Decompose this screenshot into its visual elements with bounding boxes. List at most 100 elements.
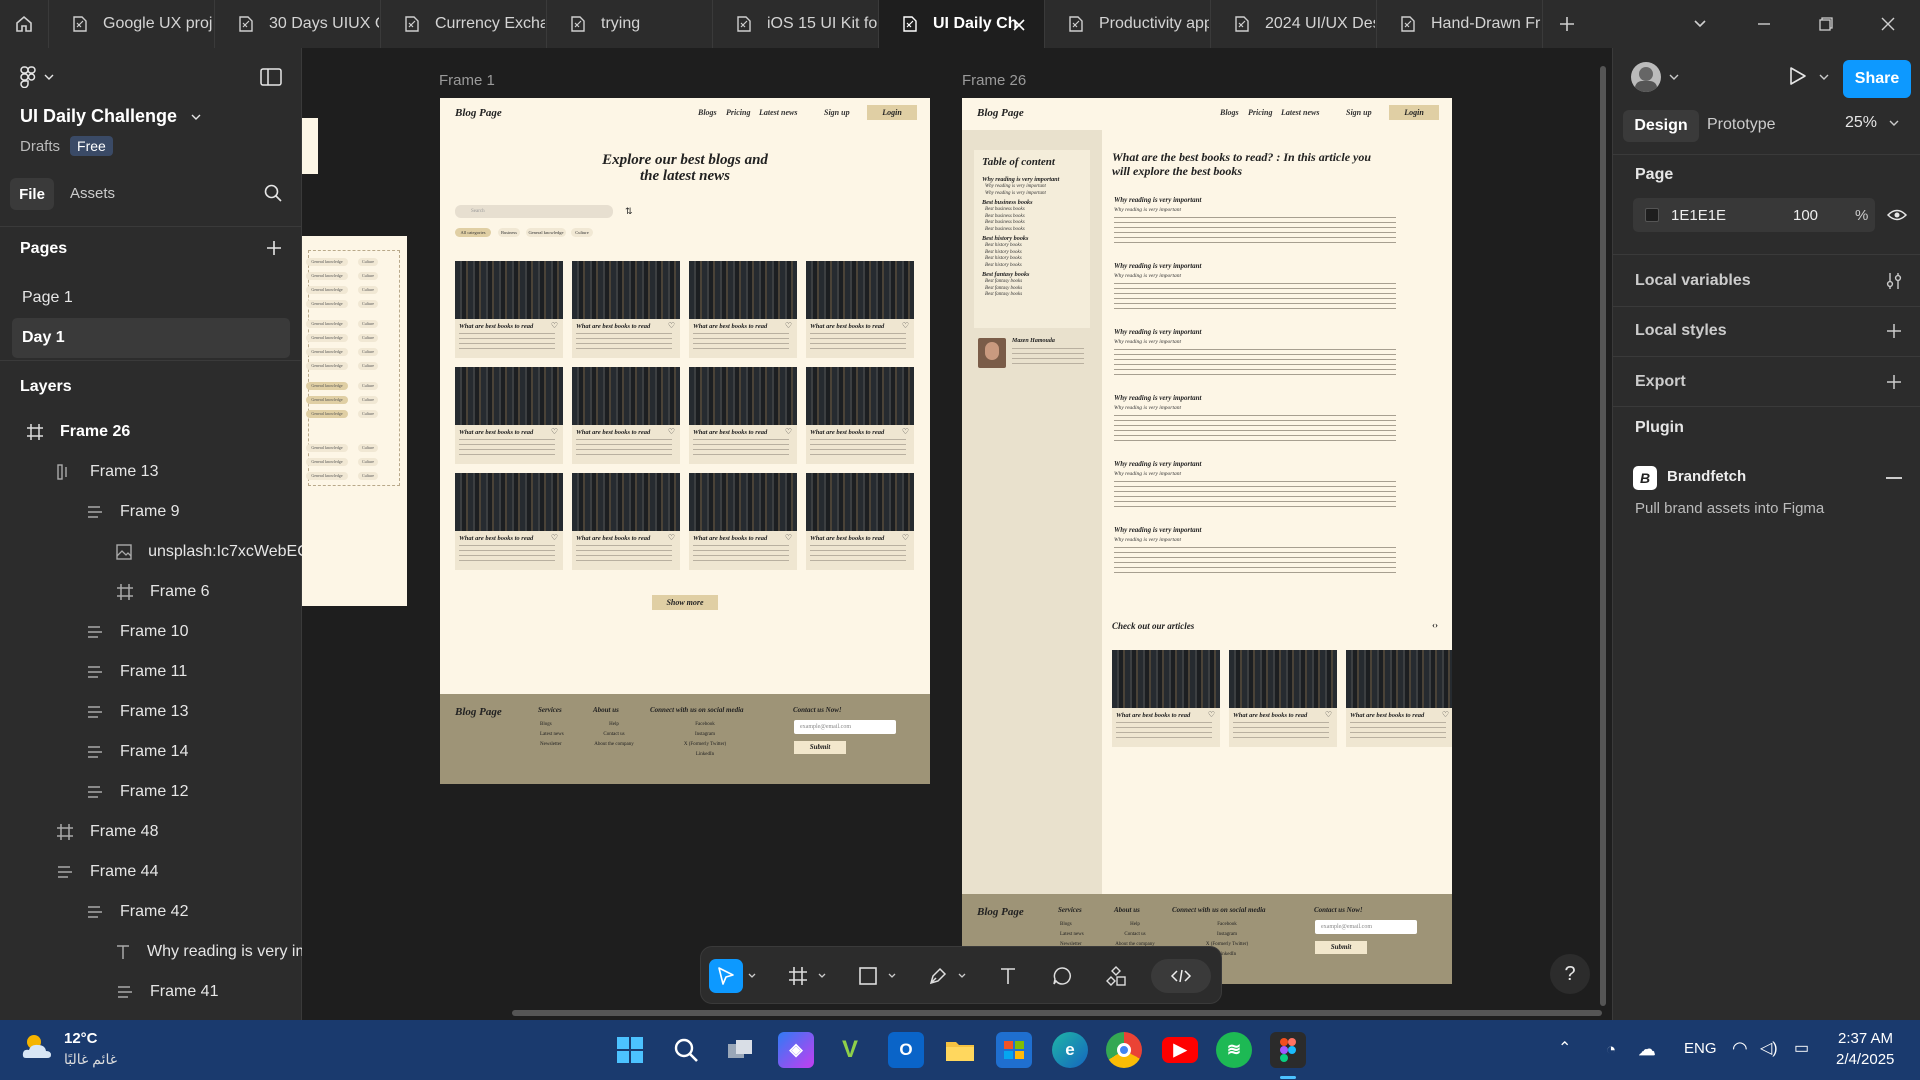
volume-icon[interactable]: ◁): [1760, 1038, 1778, 1058]
footer-link[interactable]: Latest news: [540, 730, 564, 740]
color-swatch[interactable]: [1645, 208, 1659, 222]
layer-item[interactable]: Frame 13: [0, 692, 302, 732]
main-menu-button[interactable]: [20, 66, 54, 88]
heart-icon[interactable]: ♡: [902, 321, 909, 330]
carousel-arrows-icon[interactable]: ‹›: [1432, 620, 1438, 630]
copilot-icon[interactable]: ◈: [778, 1032, 814, 1068]
dev-mode-toggle[interactable]: [1151, 959, 1211, 993]
footer-submit-button[interactable]: Submit: [794, 741, 846, 754]
close-tab-button[interactable]: [1010, 16, 1028, 34]
frame-tool-dropdown[interactable]: [815, 959, 829, 993]
export-title[interactable]: Export: [1635, 373, 1686, 391]
page-item[interactable]: Day 1: [12, 318, 290, 358]
network-status-icon[interactable]: ☁: [1634, 1032, 1660, 1068]
layer-item[interactable]: Frame 42: [0, 892, 302, 932]
nav-login-button[interactable]: Login: [867, 105, 917, 120]
article-card[interactable]: What are best books to read ♡: [1346, 650, 1452, 747]
youtube-icon[interactable]: ▶: [1162, 1037, 1198, 1063]
page-opacity-value[interactable]: 100: [1793, 207, 1818, 224]
heart-icon[interactable]: ♡: [1442, 710, 1449, 719]
heart-icon[interactable]: ♡: [668, 427, 675, 436]
footer-link[interactable]: X (Formerly Twitter): [670, 740, 740, 750]
layer-item[interactable]: Frame 10: [0, 612, 302, 652]
visibility-toggle[interactable]: [1887, 208, 1907, 222]
tabs-dropdown-button[interactable]: [1672, 0, 1728, 48]
file-tab-3[interactable]: Currency Exchar: [380, 0, 546, 48]
restore-button[interactable]: [1798, 0, 1854, 48]
search-field[interactable]: Search: [455, 205, 613, 218]
battery-icon[interactable]: ▭: [1794, 1038, 1809, 1058]
footer-link[interactable]: Facebook: [670, 720, 740, 730]
nav-pricing[interactable]: Pricing: [726, 108, 750, 117]
filter-chip[interactable]: Culture: [571, 228, 593, 237]
filter-chip[interactable]: All categories: [455, 228, 491, 237]
layer-item[interactable]: Frame 12: [0, 772, 302, 812]
wifi-icon[interactable]: ◠: [1732, 1038, 1748, 1059]
plugin-name[interactable]: Brandfetch: [1667, 468, 1746, 485]
article-card[interactable]: What are best books to read ♡: [1229, 650, 1337, 747]
shape-tool-dropdown[interactable]: [885, 959, 899, 993]
toc-heading[interactable]: Best fantasy books: [982, 271, 1088, 279]
page-color-field[interactable]: 1E1E1E 100 %: [1633, 198, 1875, 232]
heart-icon[interactable]: ♡: [668, 321, 675, 330]
show-more-button[interactable]: Show more: [652, 595, 718, 610]
file-tab-4[interactable]: trying: [546, 0, 712, 48]
file-tab-5[interactable]: iOS 15 UI Kit for: [712, 0, 878, 48]
footer-submit-button[interactable]: Submit: [1315, 941, 1367, 954]
minimize-button[interactable]: [1736, 0, 1792, 48]
layer-item[interactable]: Frame 13: [0, 452, 302, 492]
figma-app-icon[interactable]: [1270, 1032, 1306, 1068]
pen-tool-button[interactable]: [921, 959, 955, 993]
tab-file[interactable]: File: [10, 178, 54, 210]
layer-item[interactable]: Frame 11: [0, 652, 302, 692]
frame-1-artboard[interactable]: Blog Page Blogs Pricing Latest news Sign…: [440, 98, 930, 784]
vertical-scrollbar[interactable]: [1600, 66, 1606, 1006]
page-color-hex[interactable]: 1E1E1E: [1671, 207, 1726, 224]
layer-item[interactable]: Frame 44: [0, 852, 302, 892]
file-explorer-icon[interactable]: [942, 1032, 978, 1068]
layer-item[interactable]: Why reading is very impo: [0, 932, 302, 972]
local-variables-title[interactable]: Local variables: [1635, 272, 1751, 290]
input-language[interactable]: ENG: [1684, 1040, 1717, 1057]
blog-card[interactable]: What are best books to read ♡: [806, 473, 914, 570]
heart-icon[interactable]: ♡: [785, 321, 792, 330]
add-export-button[interactable]: [1886, 374, 1902, 390]
blog-card[interactable]: What are best books to read ♡: [572, 261, 680, 358]
task-view-button[interactable]: [722, 1032, 758, 1068]
search-button[interactable]: [264, 184, 282, 202]
footer-email-input[interactable]: example@email.com: [1315, 920, 1417, 934]
microsoft-store-icon[interactable]: [996, 1032, 1032, 1068]
heart-icon[interactable]: ♡: [668, 533, 675, 542]
toc-heading[interactable]: Why reading is very important: [982, 176, 1088, 184]
heart-icon[interactable]: ♡: [785, 427, 792, 436]
heart-icon[interactable]: ♡: [551, 427, 558, 436]
nav-latest-news[interactable]: Latest news: [1281, 108, 1319, 117]
design-canvas[interactable]: General knowledge Culture General knowledg…: [302, 48, 1612, 1020]
present-options-dropdown[interactable]: [1819, 74, 1829, 81]
file-tab-1[interactable]: Google UX proje: [48, 0, 214, 48]
file-tab-2[interactable]: 30 Days UIUX C: [214, 0, 380, 48]
move-tool-dropdown[interactable]: [745, 959, 759, 993]
heart-icon[interactable]: ♡: [902, 427, 909, 436]
heart-icon[interactable]: ♡: [551, 533, 558, 542]
share-button[interactable]: Share: [1843, 60, 1911, 98]
footer-link[interactable]: Instagram: [1192, 930, 1262, 940]
blog-card[interactable]: What are best books to read ♡: [689, 261, 797, 358]
help-button[interactable]: ?: [1550, 954, 1590, 994]
footer-email-input[interactable]: example@email.com: [794, 720, 896, 734]
footer-link[interactable]: Contact us: [1105, 930, 1165, 940]
toc-heading[interactable]: Best history books: [982, 235, 1088, 243]
footer-link[interactable]: Help: [584, 720, 644, 730]
horizontal-scrollbar[interactable]: [512, 1010, 1602, 1016]
tab-prototype[interactable]: Prototype: [1707, 116, 1775, 134]
clock-time[interactable]: 2:37 AM: [1838, 1030, 1893, 1047]
blog-card[interactable]: What are best books to read ♡: [689, 473, 797, 570]
outlook-icon[interactable]: O: [888, 1032, 924, 1068]
layer-item[interactable]: Frame 14: [0, 732, 302, 772]
toc-item[interactable]: Best business books: [982, 227, 1088, 234]
new-tab-button[interactable]: [1542, 0, 1590, 48]
heart-icon[interactable]: ♡: [551, 321, 558, 330]
add-local-style-button[interactable]: [1886, 323, 1902, 339]
article-card[interactable]: What are best books to read ♡: [1112, 650, 1220, 747]
weather-temp[interactable]: 12°C: [64, 1030, 98, 1047]
